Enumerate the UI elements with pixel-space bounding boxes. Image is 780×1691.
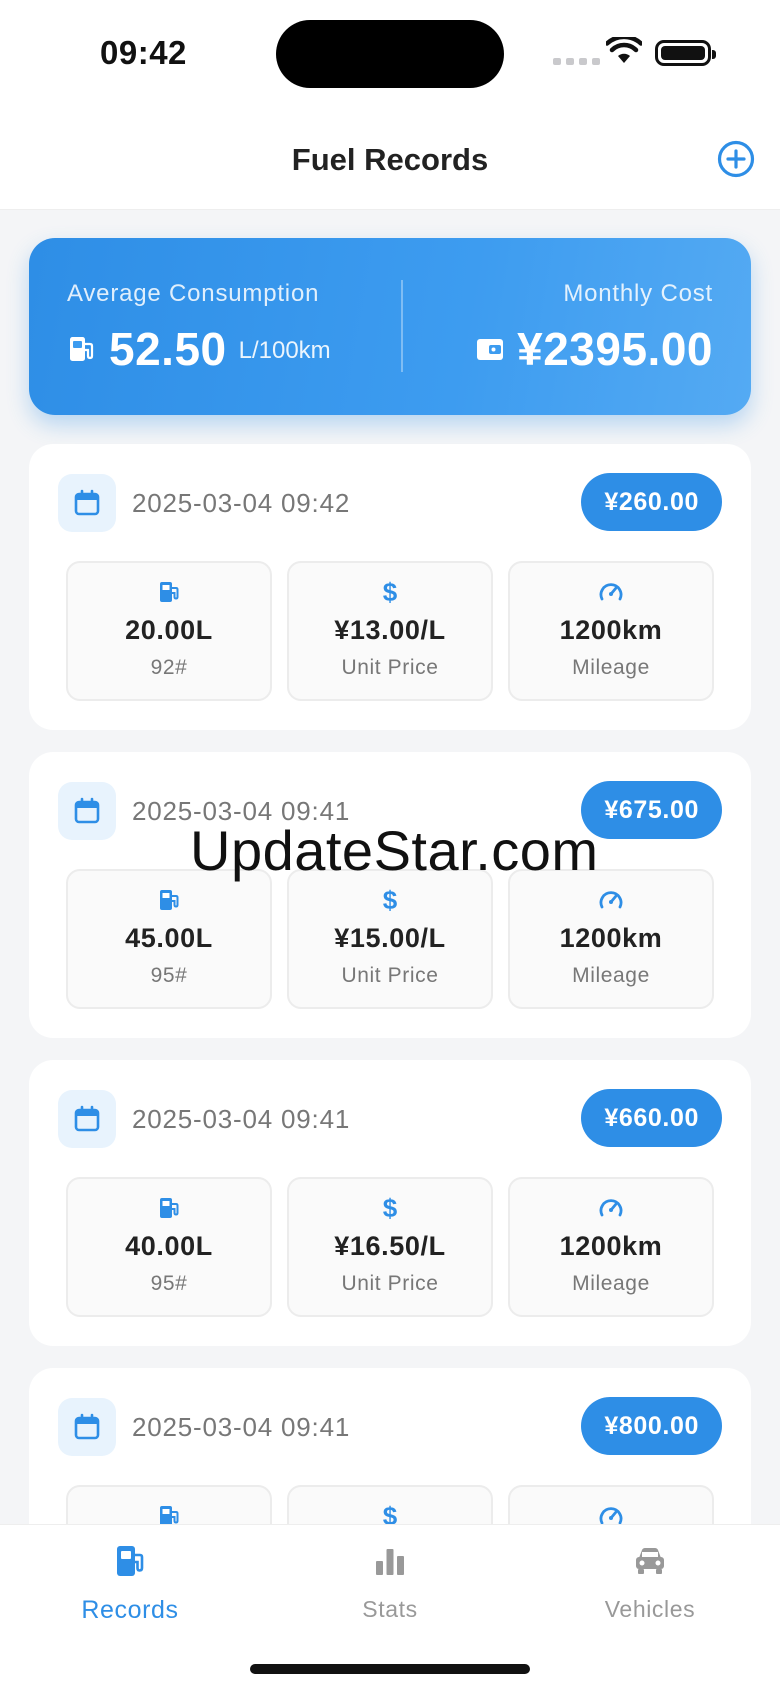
monthly-cost-value: ¥2395.00 <box>517 323 713 375</box>
tab-vehicles[interactable]: Vehicles <box>550 1543 750 1623</box>
fuel-grade: 95# <box>150 1272 188 1295</box>
home-indicator <box>250 1664 530 1674</box>
calendar-icon <box>58 1398 116 1456</box>
mileage-stat: 1200km Mileage <box>508 1177 714 1317</box>
volume-stat <box>66 1485 272 1524</box>
unit-price-value: ¥13.00/L <box>334 615 446 645</box>
battery-icon <box>655 40 716 66</box>
unit-price-value: ¥16.50/L <box>334 1231 446 1261</box>
dynamic-island <box>276 20 504 88</box>
record-date: 2025-03-04 09:41 <box>132 1103 351 1134</box>
speedometer-icon <box>598 1195 624 1221</box>
record-card[interactable]: 2025-03-04 09:41 ¥800.00 $ <box>29 1368 751 1524</box>
page-title: Fuel Records <box>291 142 489 177</box>
record-amount-badge: ¥675.00 <box>581 781 722 839</box>
mileage-value: 1200km <box>559 1231 663 1261</box>
unit-price-label: Unit Price <box>341 1272 439 1295</box>
watermark-text: UpdateStar.com <box>190 819 599 882</box>
unit-price-stat: $ <box>287 1485 493 1524</box>
unit-price-label: Unit Price <box>341 656 439 679</box>
unit-price-value: ¥15.00/L <box>334 923 446 953</box>
avg-consumption-value: 52.50 <box>109 323 227 375</box>
record-amount-badge: ¥660.00 <box>581 1089 722 1147</box>
mileage-value: 1200km <box>559 923 663 953</box>
record-amount-badge: ¥260.00 <box>581 473 722 531</box>
wifi-icon <box>606 37 642 63</box>
avg-consumption-unit: L/100km <box>238 337 331 364</box>
tab-records-label: Records <box>81 1596 179 1624</box>
volume-stat: 45.00L 95# <box>66 869 272 1009</box>
status-bar: 09:42 <box>0 0 780 100</box>
summary-card: Average Consumption 52.50 L/100km Monthl… <box>29 238 751 415</box>
car-icon <box>636 1548 664 1574</box>
wallet-icon <box>477 339 504 360</box>
volume-stat: 40.00L 95# <box>66 1177 272 1317</box>
record-card[interactable]: 2025-03-04 09:41 ¥660.00 40.00L 95# $ ¥1… <box>29 1060 751 1346</box>
calendar-icon <box>58 474 116 532</box>
volume-value: 20.00L <box>125 615 213 645</box>
record-amount-badge: ¥800.00 <box>581 1397 722 1455</box>
speedometer-icon <box>598 1503 624 1524</box>
mileage-stat <box>508 1485 714 1524</box>
mileage-label: Mileage <box>572 656 650 679</box>
tab-vehicles-label: Vehicles <box>604 1596 696 1622</box>
record-card[interactable]: 2025-03-04 09:42 ¥260.00 20.00L 92# $ ¥1… <box>29 444 751 730</box>
tab-records[interactable]: Records <box>30 1543 230 1625</box>
monthly-cost-label: Monthly Cost <box>563 280 713 307</box>
nav-bar: Fuel Records <box>0 100 780 210</box>
calendar-icon <box>58 1090 116 1148</box>
dollar-icon: $ <box>382 1501 398 1524</box>
fuel-pump-icon <box>156 1503 182 1524</box>
record-card[interactable]: 2025-03-04 09:41 ¥675.00 45.00L 95# $ ¥1… <box>29 752 751 1038</box>
fuel-pump-icon <box>70 337 94 361</box>
volume-value: 40.00L <box>125 1231 213 1261</box>
mileage-value: 1200km <box>559 615 663 645</box>
speedometer-icon <box>598 579 624 605</box>
tab-stats-label: Stats <box>362 1596 418 1622</box>
dollar-icon: $ <box>382 577 398 607</box>
speedometer-icon <box>598 887 624 913</box>
mileage-stat: 1200km Mileage <box>508 869 714 1009</box>
tab-stats[interactable]: Stats <box>290 1543 490 1623</box>
volume-stat: 20.00L 92# <box>66 561 272 701</box>
unit-price-label: Unit Price <box>341 964 439 987</box>
fuel-pump-icon <box>156 1195 182 1221</box>
add-record-button[interactable] <box>716 139 756 179</box>
fuel-pump-icon <box>117 1546 144 1576</box>
avg-consumption-label: Average Consumption <box>67 280 320 307</box>
bar-chart-icon <box>376 1549 404 1575</box>
calendar-icon <box>58 782 116 840</box>
dollar-icon: $ <box>382 1193 398 1223</box>
fuel-pump-icon <box>156 887 182 913</box>
monthly-cost: Monthly Cost ¥2395.00 <box>475 280 713 376</box>
records-list[interactable]: 2025-03-04 09:42 ¥260.00 20.00L 92# $ ¥1… <box>29 444 751 1524</box>
mileage-stat: 1200km Mileage <box>508 561 714 701</box>
unit-price-stat: $ ¥15.00/L Unit Price <box>287 869 493 1009</box>
mileage-label: Mileage <box>572 1272 650 1295</box>
record-date: 2025-03-04 09:42 <box>132 487 351 518</box>
status-time: 09:42 <box>100 34 187 71</box>
record-date: 2025-03-04 09:41 <box>132 1411 351 1442</box>
unit-price-stat: $ ¥13.00/L Unit Price <box>287 561 493 701</box>
unit-price-stat: $ ¥16.50/L Unit Price <box>287 1177 493 1317</box>
mileage-label: Mileage <box>572 964 650 987</box>
volume-value: 45.00L <box>125 923 213 953</box>
summary-divider <box>401 280 403 372</box>
fuel-grade: 92# <box>150 656 188 679</box>
dollar-icon: $ <box>382 885 398 915</box>
fuel-grade: 95# <box>150 964 188 987</box>
cellular-signal-icon <box>553 58 600 65</box>
fuel-pump-icon <box>156 579 182 605</box>
average-consumption: Average Consumption 52.50 L/100km <box>67 280 331 376</box>
